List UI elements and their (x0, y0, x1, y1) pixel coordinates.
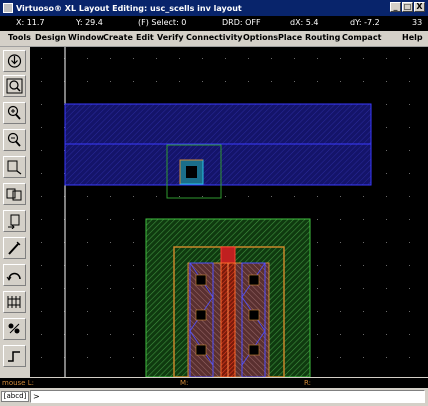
via-tool-button[interactable] (3, 318, 26, 340)
command-counter: 33 (412, 18, 423, 27)
menu-connectivity[interactable]: Connectivity (186, 33, 243, 42)
path-tool-button[interactable] (3, 345, 26, 367)
title-bar: Virtuoso® XL Layout Editing: usc_scells … (0, 0, 428, 16)
contact-cut-right-1 (248, 274, 260, 286)
dx-value: dX: 5.4 (290, 18, 319, 27)
layout-canvas[interactable] (30, 47, 428, 377)
x-coordinate: X: 11.7 (16, 18, 45, 27)
path-icon (8, 351, 20, 362)
minimize-button[interactable]: _ (390, 2, 401, 12)
menu-routing[interactable]: Routing (305, 33, 340, 42)
via-icon (8, 323, 20, 334)
mouse-middle-label: M: (180, 379, 189, 387)
move-icon (8, 214, 20, 229)
dy-value: dY: -7.2 (350, 18, 380, 27)
undo-icon (6, 272, 21, 281)
menu-place[interactable]: Place (278, 33, 302, 42)
poly-contact-head[interactable] (220, 246, 236, 264)
window-controls: _ □ X (390, 2, 425, 12)
contact-cut-left-1 (195, 274, 207, 286)
menu-create[interactable]: Create (103, 33, 133, 42)
stretch-tool-button[interactable] (3, 156, 26, 178)
contact-cut-left-2 (195, 309, 207, 321)
y-coordinate: Y: 29.4 (76, 18, 103, 27)
command-mode-label: [abcd] (1, 391, 29, 402)
mouse-right-label: R: (304, 379, 312, 387)
menu-bar: Tools Design Window Create Edit Verify C… (0, 31, 428, 47)
zoom-in-tool-button[interactable] (3, 102, 26, 124)
mouse-left-label: mouse L: (2, 379, 34, 387)
save-tool-button[interactable] (3, 50, 26, 72)
tool-palette (0, 47, 30, 377)
menu-edit[interactable]: Edit (136, 33, 154, 42)
drd-status: DRD: OFF (222, 18, 261, 27)
close-button[interactable]: X (414, 2, 425, 12)
zoom-out-tool-button[interactable] (3, 129, 26, 151)
copy-tool-button[interactable] (3, 183, 26, 205)
contact-cut-left-3 (195, 344, 207, 356)
menu-compact[interactable]: Compact (342, 33, 381, 42)
status-bar: X: 11.7 Y: 29.4 (F) Select: 0 DRD: OFF d… (0, 16, 428, 31)
menu-help[interactable]: Help (402, 33, 423, 42)
app-icon[interactable] (3, 3, 13, 13)
menu-design[interactable]: Design (35, 33, 66, 42)
zoom-in-icon (7, 105, 21, 120)
contact-cut-right-2 (248, 309, 260, 321)
select-count: (F) Select: 0 (138, 18, 187, 27)
menu-tools[interactable]: Tools (8, 33, 31, 42)
command-bar: [abcd] > (0, 388, 428, 406)
save-icon (7, 54, 22, 68)
fit-view-icon (6, 78, 23, 94)
contact-cut (186, 166, 197, 178)
command-input[interactable]: > (30, 390, 425, 403)
menu-window[interactable]: Window (68, 33, 104, 42)
delete-tool-button[interactable] (3, 237, 26, 259)
move-tool-button[interactable] (3, 210, 26, 232)
maximize-button[interactable]: □ (402, 2, 413, 12)
ruler-icon (7, 296, 21, 308)
copy-icon (6, 188, 22, 201)
window-title: Virtuoso® XL Layout Editing: usc_scells … (16, 3, 242, 13)
ruler-tool-button[interactable] (3, 291, 26, 313)
zoom-out-icon (7, 132, 21, 147)
stretch-icon (7, 160, 22, 175)
layout-drawing[interactable] (30, 47, 428, 377)
delete-icon (8, 241, 21, 255)
menu-verify[interactable]: Verify (157, 33, 184, 42)
menu-options[interactable]: Options (243, 33, 278, 42)
undo-tool-button[interactable] (3, 264, 26, 286)
contact-cut-right-3 (248, 344, 260, 356)
mouse-binding-bar: mouse L: M: R: (0, 378, 428, 388)
fit-view-tool-button[interactable] (3, 75, 26, 97)
